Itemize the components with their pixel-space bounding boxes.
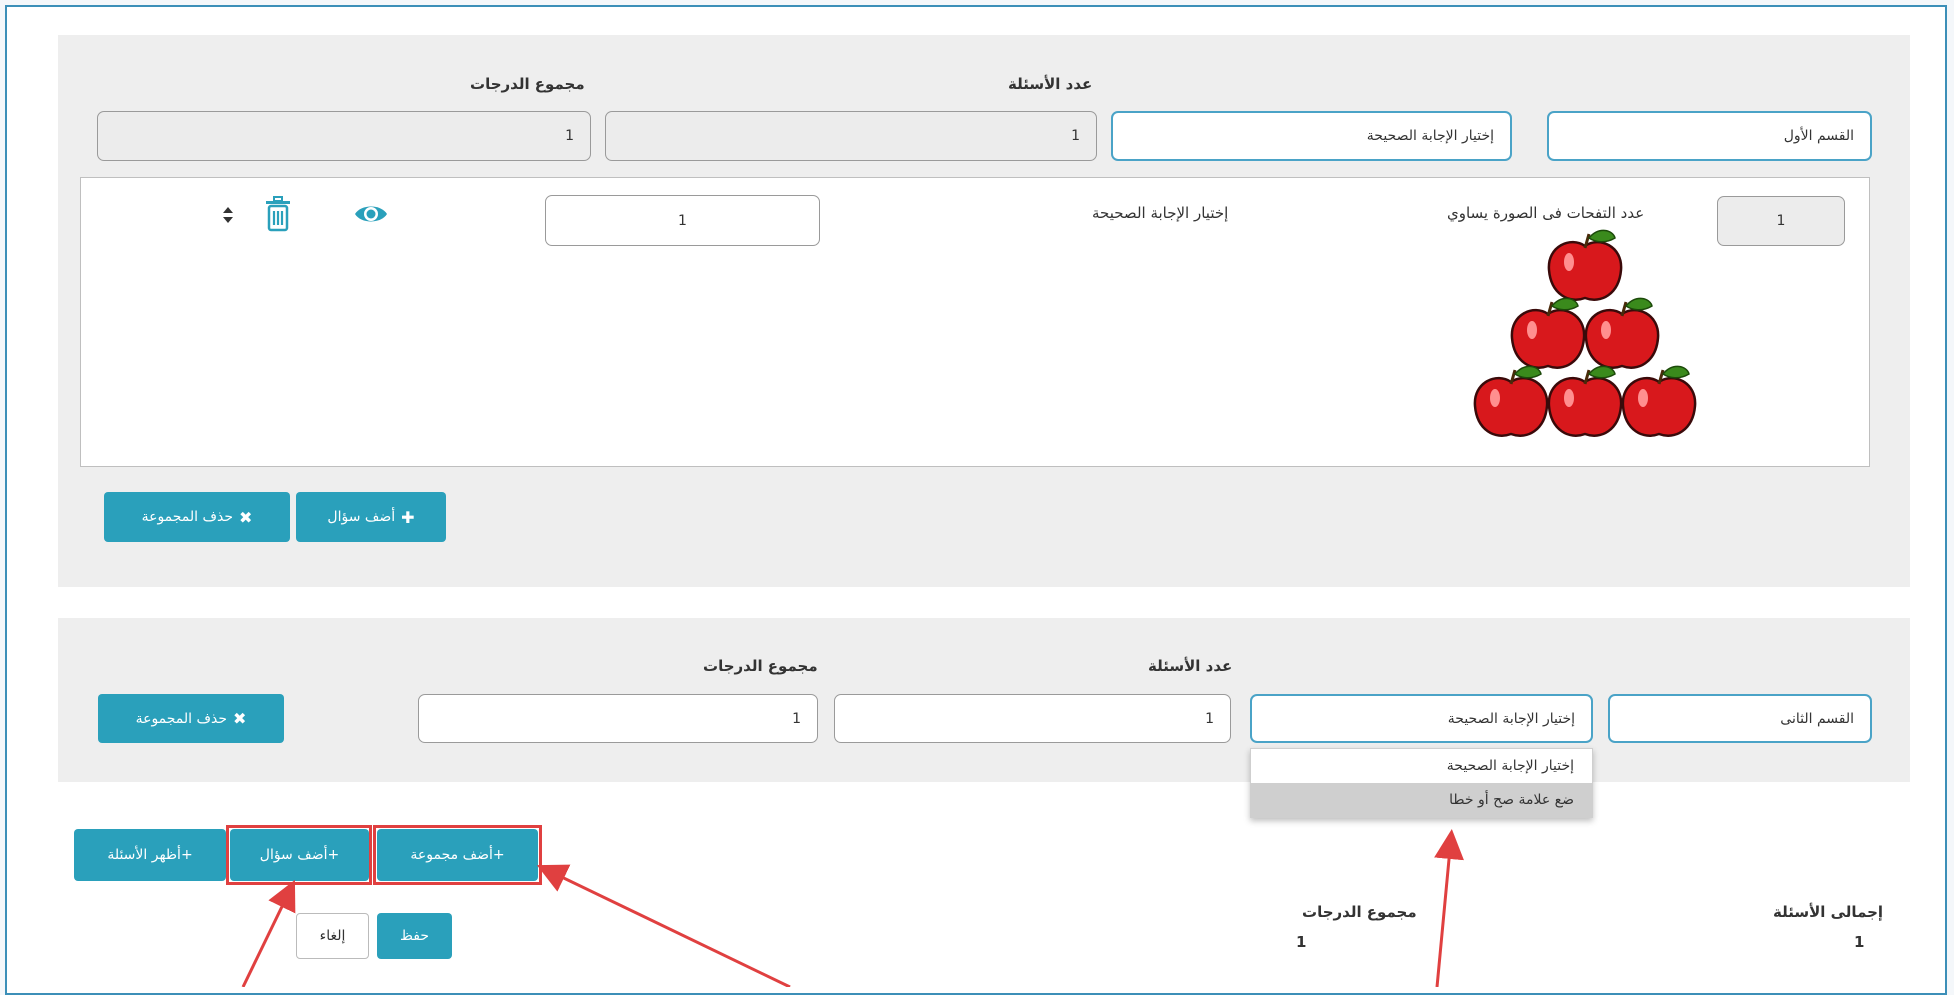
apple-icon <box>1584 297 1660 369</box>
add-group-button[interactable]: +أضف مجموعة <box>377 829 538 881</box>
apples-image <box>1465 228 1705 458</box>
section-name-value: القسم الأول <box>1783 128 1854 144</box>
question-type-select[interactable]: إختيار الإجابة الصحيحة <box>1250 694 1593 743</box>
grades-total-field[interactable]: 1 <box>97 111 591 161</box>
delete-trash-icon[interactable] <box>263 196 293 232</box>
question-grade-input[interactable]: 1 <box>545 195 820 246</box>
questions-count-label: عدد الأسئلة <box>1008 75 1093 93</box>
question-type-select[interactable]: إختيار الإجابة الصحيحة <box>1111 111 1512 161</box>
apple-icon <box>1510 297 1586 369</box>
total-questions-value: 1 <box>1854 933 1865 951</box>
delete-group-label: حذف المجموعة <box>141 509 234 525</box>
view-eye-icon[interactable] <box>353 200 389 228</box>
questions-count-label: عدد الأسئلة <box>1148 657 1233 675</box>
grades-total-label: مجموع الدرجات <box>470 75 585 93</box>
delete-group-label: حذف المجموعة <box>135 710 228 727</box>
question-number-field: 1 <box>1717 196 1845 246</box>
add-group-label: +أضف مجموعة <box>410 847 505 863</box>
add-question-label: أضف سؤال <box>327 509 396 525</box>
grades-total-label: مجموع الدرجات <box>703 657 818 675</box>
questions-count-field[interactable]: 1 <box>605 111 1097 161</box>
apple-icon <box>1547 365 1623 437</box>
question-type-dropdown: إختيار الإجابة الصحيحة ضع علامة صح أو خط… <box>1250 748 1593 818</box>
questions-count-value: 1 <box>1205 710 1214 727</box>
add-question-label: +أضف سؤال <box>259 847 340 863</box>
cancel-button[interactable]: إلغاء <box>296 913 369 959</box>
grades-total-value: 1 <box>792 710 801 727</box>
total-grades-value: 1 <box>1296 933 1307 951</box>
plus-icon: ✚ <box>401 507 415 527</box>
question-type-text: إختيار الإجابة الصحيحة <box>1092 204 1229 222</box>
cancel-label: إلغاء <box>319 928 346 944</box>
save-label: حفظ <box>399 928 430 944</box>
questions-count-field[interactable]: 1 <box>834 694 1231 743</box>
section-name-input[interactable]: القسم الثانى <box>1608 694 1872 743</box>
section-name-value: القسم الثانى <box>1780 710 1854 727</box>
add-question-button[interactable]: ✚ أضف سؤال <box>296 492 446 542</box>
question-type-value: إختيار الإجابة الصحيحة <box>1366 128 1494 144</box>
show-questions-button[interactable]: +أظهر الأسئلة <box>74 829 226 881</box>
question-type-value: إختيار الإجابة الصحيحة <box>1447 710 1575 727</box>
save-button[interactable]: حفظ <box>377 913 452 959</box>
delete-group-button[interactable]: ✖ حذف المجموعة <box>98 694 284 743</box>
show-questions-label: +أظهر الأسئلة <box>107 847 193 863</box>
add-question-button[interactable]: +أضف سؤال <box>230 829 369 881</box>
grades-total-value: 1 <box>565 128 574 144</box>
dropdown-option[interactable]: إختيار الإجابة الصحيحة <box>1251 749 1592 783</box>
close-icon: ✖ <box>233 709 247 728</box>
total-grades-label: مجموع الدرجات <box>1302 903 1417 921</box>
apple-icon <box>1473 365 1549 437</box>
sort-handle-icon[interactable] <box>222 206 234 224</box>
dropdown-option[interactable]: ضع علامة صح أو خطا <box>1251 783 1592 817</box>
question-number-value: 1 <box>1776 213 1786 229</box>
total-questions-label: إجمالى الأسئلة <box>1773 903 1884 921</box>
close-icon: ✖ <box>239 507 253 527</box>
apple-icon <box>1547 229 1623 301</box>
questions-count-value: 1 <box>1071 128 1080 144</box>
question-grade-value: 1 <box>678 212 687 229</box>
grades-total-field[interactable]: 1 <box>418 694 818 743</box>
delete-group-button[interactable]: ✖ حذف المجموعة <box>104 492 290 542</box>
question-text: عدد التفحات فى الصورة يساوي <box>1447 204 1645 222</box>
section-name-input[interactable]: القسم الأول <box>1547 111 1872 161</box>
apple-icon <box>1621 365 1697 437</box>
